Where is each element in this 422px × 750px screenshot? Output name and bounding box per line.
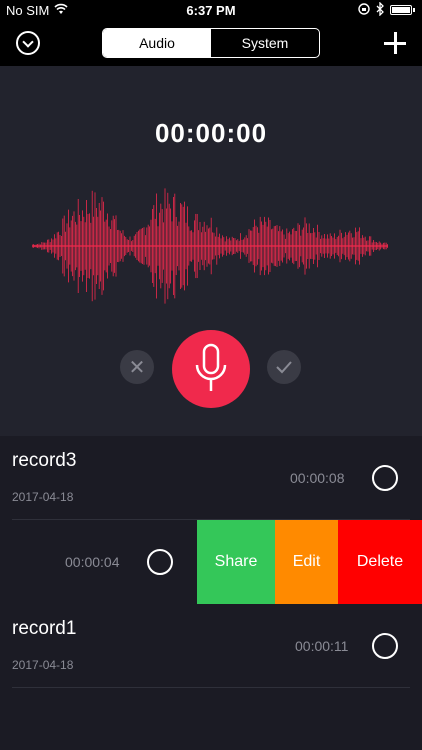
tab-audio[interactable]: Audio — [103, 29, 211, 57]
checkmark-icon — [276, 361, 292, 374]
record-duration: 00:00:11 — [295, 638, 349, 654]
close-icon: ✕ — [128, 356, 146, 379]
select-radio[interactable] — [372, 465, 398, 491]
record-name: record1 — [12, 618, 77, 639]
cancel-button[interactable]: ✕ — [120, 350, 154, 384]
chevron-down-icon[interactable] — [16, 31, 40, 55]
edit-button[interactable]: Edit — [275, 520, 338, 604]
recorder-panel: 00:00:00 ✕ — [0, 66, 422, 436]
status-bar: No SIM 6:37 PM — [0, 0, 422, 22]
microphone-icon — [195, 343, 227, 391]
source-segmented-control: Audio System — [102, 28, 320, 58]
record-duration: 00:00:04 — [65, 554, 120, 570]
tab-system[interactable]: System — [211, 29, 319, 57]
delete-button[interactable]: Delete — [338, 520, 422, 604]
record-date: 2017-04-18 — [12, 658, 74, 672]
row-divider — [12, 687, 410, 688]
share-button[interactable]: Share — [197, 520, 275, 604]
record-timer: 00:00:00 — [154, 118, 268, 148]
record-date: 2017-04-18 — [12, 490, 74, 504]
list-item[interactable]: record1 2017-04-18 00:00:11 — [0, 604, 422, 688]
select-radio[interactable] — [372, 633, 398, 659]
swipe-actions: Share Edit Delete — [197, 520, 422, 604]
list-item[interactable]: record3 2017-04-18 00:00:08 — [0, 436, 422, 520]
waveform — [32, 188, 388, 304]
orientation-lock-icon — [358, 2, 370, 19]
top-bar: No SIM 6:37 PM Audio System — [0, 0, 422, 66]
list-item[interactable]: 00:00:04 Share Edit Delete — [0, 520, 422, 604]
confirm-button[interactable] — [267, 350, 301, 384]
record-button[interactable] — [172, 330, 250, 408]
record-name: record3 — [12, 450, 77, 471]
record-duration: 00:00:08 — [290, 470, 345, 486]
battery-icon — [390, 5, 415, 15]
add-icon[interactable] — [384, 32, 406, 54]
bluetooth-icon — [376, 1, 385, 19]
select-radio[interactable] — [147, 549, 173, 575]
